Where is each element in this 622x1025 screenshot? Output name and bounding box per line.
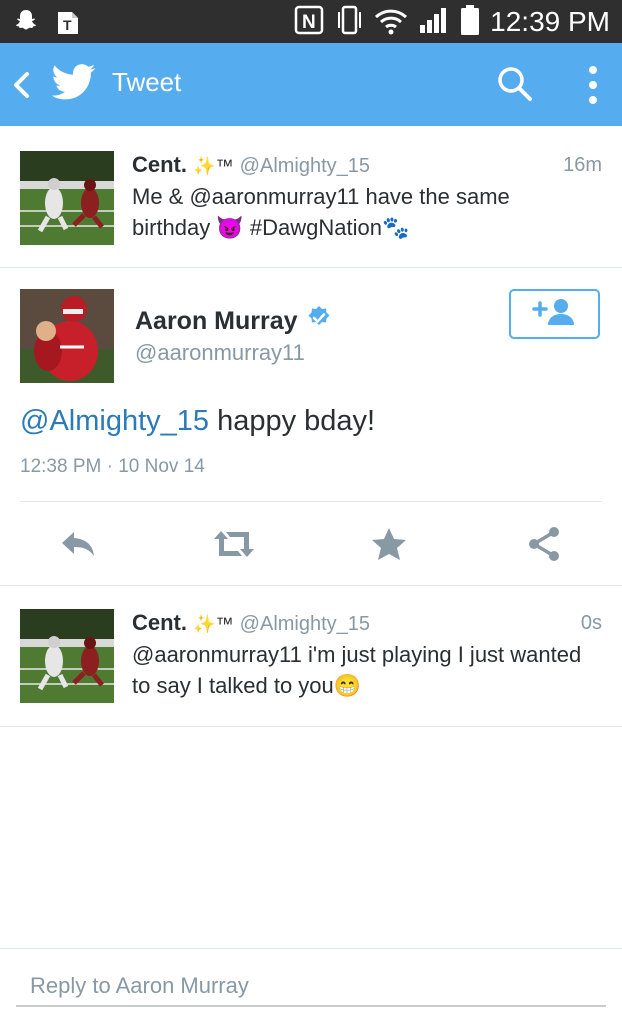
tweet-handle: @Almighty_15 xyxy=(239,613,371,635)
main-tweet-body: happy bday! xyxy=(209,405,376,437)
snapchat-icon xyxy=(12,7,40,39)
main-author[interactable]: Aaron Murray xyxy=(135,305,332,338)
twitter-bird-icon[interactable] xyxy=(51,63,96,105)
tmobile-app-icon: T xyxy=(54,6,82,40)
divider xyxy=(0,726,622,727)
wifi-icon xyxy=(374,5,408,39)
reply-icon[interactable] xyxy=(54,520,102,568)
tweet-author[interactable]: Cent. ✨™ @Almighty_15 xyxy=(132,152,370,178)
main-tweet-text: @Almighty_15 happy bday! xyxy=(20,405,375,438)
share-icon[interactable] xyxy=(520,520,568,568)
tweet-handle: @Almighty_15 xyxy=(239,155,371,177)
svg-text:T: T xyxy=(63,17,72,33)
screen-title: Tweet xyxy=(112,67,182,97)
tweet-author[interactable]: Cent. ✨™ @Almighty_15 xyxy=(132,610,370,636)
tweet-item[interactable]: Cent. ✨™ @Almighty_15 0s @aaronmurray11 … xyxy=(0,586,622,726)
clock: 12:39 PM xyxy=(490,6,610,37)
divider xyxy=(20,501,602,502)
main-author-name: Aaron Murray xyxy=(135,307,298,335)
tweet-item[interactable]: Cent. ✨™ @Almighty_15 16m Me & @aaronmur… xyxy=(0,126,622,267)
nfc-icon: N xyxy=(294,5,324,39)
retweet-icon[interactable] xyxy=(210,520,258,568)
overflow-menu-icon[interactable] xyxy=(586,65,600,109)
favorite-star-icon[interactable] xyxy=(365,520,413,568)
back-chevron-icon[interactable] xyxy=(10,70,32,104)
tweet-actions xyxy=(0,520,622,570)
follow-button[interactable] xyxy=(509,289,600,339)
reply-input[interactable] xyxy=(16,967,606,1007)
mention-link[interactable]: @Almighty_15 xyxy=(20,405,209,437)
battery-icon xyxy=(460,4,480,40)
tweet-text: Me & @aaronmurray11 have the same birthd… xyxy=(132,184,510,240)
action-bar: Tweet xyxy=(0,43,622,126)
vibrate-icon xyxy=(334,4,364,40)
main-avatar[interactable] xyxy=(20,289,114,383)
signal-icon xyxy=(418,5,450,39)
verified-badge-icon xyxy=(306,305,332,338)
search-icon[interactable] xyxy=(496,65,534,107)
reply-bar xyxy=(0,948,622,1025)
svg-text:N: N xyxy=(302,12,316,33)
status-bar: T N 12:39 PM xyxy=(0,0,622,43)
avatar[interactable] xyxy=(20,609,114,703)
add-user-icon xyxy=(531,297,579,331)
main-handle[interactable]: @aaronmurray11 xyxy=(135,340,305,366)
tweet-time: 16m xyxy=(563,154,602,176)
avatar[interactable] xyxy=(20,151,114,245)
tweet-time: 0s xyxy=(580,612,602,634)
tweet-text: @aaronmurray11 i'm just playing I just w… xyxy=(132,642,582,698)
main-tweet-timestamp: 12:38 PM · 10 Nov 14 xyxy=(20,456,205,477)
divider xyxy=(0,267,622,268)
